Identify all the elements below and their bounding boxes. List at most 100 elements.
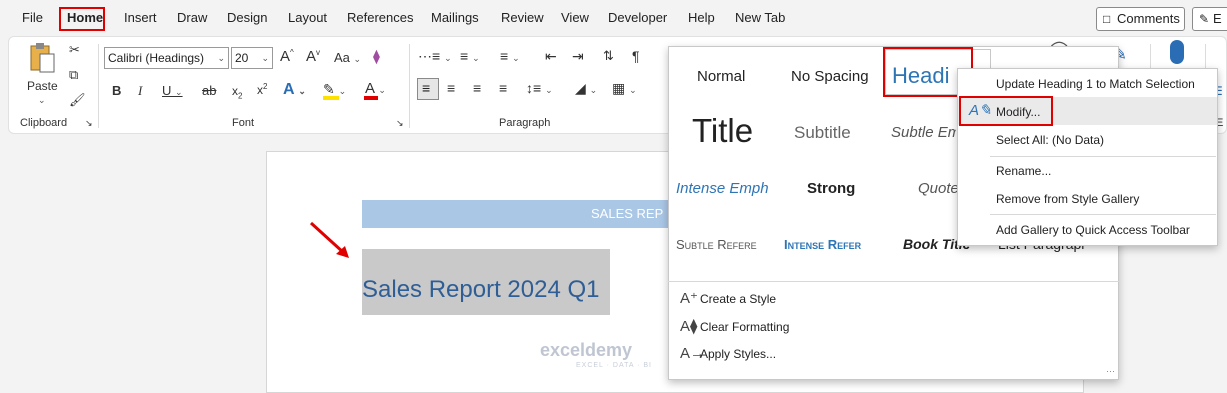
bold-icon[interactable]: B <box>112 83 121 98</box>
underline-icon[interactable]: U ⌄ <box>162 83 183 98</box>
style-no-spacing[interactable]: No Spacing <box>791 68 869 85</box>
style-subtle-reference[interactable]: Subtle Refere <box>676 237 757 252</box>
create-style-label: Create a Style <box>700 292 777 306</box>
menu-mailings[interactable]: Mailings <box>431 10 479 25</box>
gallery-divider <box>668 281 1119 282</box>
clipboard-group-label: Clipboard <box>20 117 68 129</box>
menu-review[interactable]: Review <box>501 10 544 25</box>
borders-icon[interactable]: ▦ ⌄ <box>612 80 637 97</box>
style-intense-reference[interactable]: Intense Refer <box>784 237 861 252</box>
document-heading[interactable]: Sales Report 2024 Q1 <box>362 276 599 304</box>
resize-grip-icon[interactable]: ⋯ <box>1106 366 1115 377</box>
menu-help[interactable]: Help <box>688 10 715 25</box>
add-gallery-to-qat-item[interactable]: Add Gallery to Quick Access Toolbar <box>996 223 1190 237</box>
style-quote[interactable]: Quote <box>918 180 959 197</box>
style-normal[interactable]: Normal <box>697 68 745 85</box>
menu-design[interactable]: Design <box>227 10 267 25</box>
font-color-icon[interactable]: A ⌄ <box>365 80 386 97</box>
numbering-icon[interactable]: ≡ ⌄ <box>460 48 480 64</box>
style-context-menu <box>957 68 1218 246</box>
clipboard-launcher-icon[interactable]: ↘ <box>85 118 93 129</box>
menu-file[interactable]: File <box>22 10 43 25</box>
banner-text: SALES REP <box>591 206 664 221</box>
shading-icon[interactable]: ◢ ⌄ <box>575 80 597 97</box>
grow-font-icon[interactable]: A^ <box>280 48 294 65</box>
font-size-combo[interactable]: 20 ⌄ <box>231 47 273 69</box>
watermark-tagline: EXCEL · DATA · BI <box>576 362 652 369</box>
paragraph-group-label: Paragraph <box>499 117 551 129</box>
comment-icon: □ <box>1103 12 1111 26</box>
justify-icon[interactable]: ≡ <box>499 80 507 96</box>
paste-icon[interactable] <box>28 42 56 74</box>
clear-formatting-icon: A⧫ <box>680 318 698 335</box>
comments-label: Comments <box>1117 11 1180 26</box>
menu-references[interactable]: References <box>347 10 413 25</box>
modify-highlight-box <box>959 96 1053 126</box>
rename-item[interactable]: Rename... <box>996 164 1051 178</box>
menu-view[interactable]: View <box>561 10 589 25</box>
clear-formatting-command[interactable]: A⧫ Clear Formatting <box>680 317 789 335</box>
style-subtitle[interactable]: Subtitle <box>794 123 851 143</box>
sort-icon[interactable]: ⇅ <box>603 48 614 64</box>
multilevel-list-icon[interactable]: ≡ ⌄ <box>500 48 520 64</box>
style-subtle-emphasis[interactable]: Subtle Em <box>888 122 956 144</box>
align-left-icon: ≡ <box>422 80 431 96</box>
paste-dropdown-icon[interactable]: ⌄ <box>38 95 46 106</box>
font-launcher-icon[interactable]: ↘ <box>396 118 404 129</box>
italic-icon[interactable]: I <box>138 83 142 99</box>
paste-label[interactable]: Paste <box>27 79 58 93</box>
pencil-icon: ✎ <box>1199 12 1210 26</box>
remove-from-gallery-item[interactable]: Remove from Style Gallery <box>996 192 1139 206</box>
shrink-font-icon[interactable]: Av <box>306 48 320 65</box>
font-color-bar <box>364 96 378 100</box>
superscript-icon[interactable]: x2 <box>257 82 267 97</box>
format-painter-icon[interactable]: 🖌 <box>69 92 86 108</box>
editing-label: E <box>1213 11 1222 26</box>
strikethrough-icon[interactable]: ab <box>202 83 216 98</box>
watermark-logo: exceldemy <box>540 340 633 360</box>
line-spacing-icon[interactable]: ↕≡ ⌄ <box>526 80 553 96</box>
copy-icon[interactable]: ⧉ <box>69 67 78 83</box>
menu-layout[interactable]: Layout <box>288 10 327 25</box>
style-subtle-emphasis-label: Subtle Em <box>891 124 956 141</box>
align-center-icon[interactable]: ≡ <box>447 80 455 96</box>
style-intense-emphasis[interactable]: Intense Emph <box>676 180 769 197</box>
update-heading-item[interactable]: Update Heading 1 to Match Selection <box>996 77 1195 91</box>
font-name-combo[interactable]: Calibri (Headings) ⌄ <box>104 47 229 69</box>
highlight-color-bar <box>323 96 339 100</box>
apply-styles-icon: A→ <box>680 345 706 362</box>
create-style-command[interactable]: A⁺ Create a Style <box>680 289 776 307</box>
menu-new-tab[interactable]: New Tab <box>735 10 785 25</box>
style-strong[interactable]: Strong <box>807 180 855 197</box>
align-right-icon[interactable]: ≡ <box>473 80 481 96</box>
dictate-microphone-icon[interactable] <box>1170 40 1184 64</box>
text-effects-icon[interactable]: A ⌄ <box>283 81 306 99</box>
menu-developer[interactable]: Developer <box>608 10 667 25</box>
pilcrow-icon[interactable]: ¶ <box>632 48 640 64</box>
apply-styles-command[interactable]: A→Apply Styles... <box>680 345 776 362</box>
style-title[interactable]: Title <box>692 112 753 150</box>
editing-button[interactable]: ✎ E <box>1192 7 1227 31</box>
menu-bar: File Home Insert Draw Design Layout Refe… <box>0 0 1227 36</box>
menu-insert[interactable]: Insert <box>124 10 157 25</box>
cut-icon[interactable]: ✂ <box>69 42 80 58</box>
subscript-icon[interactable]: x2 <box>232 84 242 100</box>
select-all-item[interactable]: Select All: (No Data) <box>996 133 1104 147</box>
clear-formatting-label: Clear Formatting <box>700 320 790 334</box>
font-group-label: Font <box>232 117 255 129</box>
bullets-icon[interactable]: ⋯≡ ⌄ <box>418 48 452 65</box>
increase-indent-icon[interactable]: ⇥ <box>572 48 584 65</box>
change-case-icon[interactable]: Aa ⌄ <box>334 50 361 65</box>
comments-button[interactable]: □ Comments <box>1096 7 1185 31</box>
create-style-icon: A⁺ <box>680 290 698 307</box>
menu-draw[interactable]: Draw <box>177 10 207 25</box>
ribbon-separator <box>409 44 410 128</box>
align-left-button[interactable]: ≡ <box>417 78 439 100</box>
apply-styles-label: Apply Styles... <box>700 347 777 361</box>
clear-formatting-icon[interactable]: ⧫ <box>373 48 380 65</box>
chevron-down-icon: ⌄ <box>217 53 225 63</box>
decrease-indent-icon[interactable]: ⇤ <box>545 48 557 65</box>
home-highlight-box <box>59 7 105 31</box>
context-menu-separator <box>990 214 1216 215</box>
chevron-down-icon: ⌄ <box>261 53 269 63</box>
